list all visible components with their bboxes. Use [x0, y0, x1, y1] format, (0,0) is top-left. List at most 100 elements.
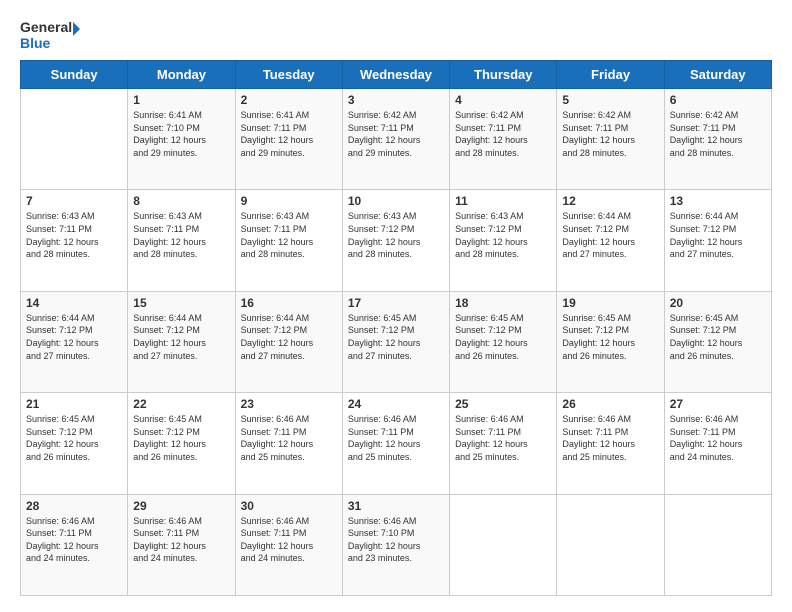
calendar-cell: 7 Sunrise: 6:43 AM Sunset: 7:11 PM Daylig… [21, 190, 128, 291]
day-info: Sunrise: 6:46 AM Sunset: 7:11 PM Dayligh… [241, 413, 337, 463]
day-number: 11 [455, 194, 551, 208]
day-info: Sunrise: 6:43 AM Sunset: 7:12 PM Dayligh… [455, 210, 551, 260]
calendar-cell: 17Sunrise: 6:45 AM Sunset: 7:12 PM Dayli… [342, 291, 449, 392]
svg-text:Blue: Blue [20, 35, 51, 51]
day-number: 18 [455, 296, 551, 310]
calendar-cell: 8 Sunrise: 6:43 AM Sunset: 7:11 PM Daylig… [128, 190, 235, 291]
logo: General Blue [20, 16, 80, 52]
day-number: 21 [26, 397, 122, 411]
calendar-cell: 16 Sunrise: 6:44 AM Sunset: 7:12 PM Dayli… [235, 291, 342, 392]
day-number: 29 [133, 499, 229, 513]
day-info: Sunrise: 6:44 AM Sunset: 7:12 PM Dayligh… [241, 312, 337, 362]
day-info: Sunrise: 6:42 AM Sunset: 7:11 PM Dayligh… [455, 109, 551, 159]
calendar-cell: 12 Sunrise: 6:44 AM Sunset: 7:12 PM Dayli… [557, 190, 664, 291]
svg-text:General: General [20, 19, 72, 35]
day-info: Sunrise: 6:43 AM Sunset: 7:11 PM Dayligh… [241, 210, 337, 260]
day-info: Sunrise: 6:43 AM Sunset: 7:11 PM Dayligh… [133, 210, 229, 260]
day-number: 1 [133, 93, 229, 107]
day-number: 8 [133, 194, 229, 208]
calendar-week-row: 7 Sunrise: 6:43 AM Sunset: 7:11 PM Daylig… [21, 190, 772, 291]
day-number: 26 [562, 397, 658, 411]
calendar-cell: 2 Sunrise: 6:41 AM Sunset: 7:11 PM Daylig… [235, 89, 342, 190]
day-number: 10 [348, 194, 444, 208]
day-number: 13 [670, 194, 766, 208]
calendar-cell: 4Sunrise: 6:42 AM Sunset: 7:11 PM Daylig… [450, 89, 557, 190]
day-number: 20 [670, 296, 766, 310]
calendar-cell: 31 Sunrise: 6:46 AM Sunset: 7:10 PM Dayli… [342, 494, 449, 595]
day-info: Sunrise: 6:41 AM Sunset: 7:10 PM Dayligh… [133, 109, 229, 159]
day-info: Sunrise: 6:46 AM Sunset: 7:11 PM Dayligh… [133, 515, 229, 565]
header: General Blue [20, 16, 772, 52]
day-info: Sunrise: 6:46 AM Sunset: 7:11 PM Dayligh… [455, 413, 551, 463]
calendar-cell: 18 Sunrise: 6:45 AM Sunset: 7:12 PM Dayli… [450, 291, 557, 392]
day-info: Sunrise: 6:43 AM Sunset: 7:11 PM Dayligh… [26, 210, 122, 260]
logo-svg: General Blue [20, 16, 80, 52]
day-number: 28 [26, 499, 122, 513]
day-number: 12 [562, 194, 658, 208]
day-number: 16 [241, 296, 337, 310]
day-number: 25 [455, 397, 551, 411]
day-info: Sunrise: 6:46 AM Sunset: 7:11 PM Dayligh… [670, 413, 766, 463]
day-info: Sunrise: 6:45 AM Sunset: 7:12 PM Dayligh… [562, 312, 658, 362]
calendar-cell: 14 Sunrise: 6:44 AM Sunset: 7:12 PM Dayli… [21, 291, 128, 392]
calendar-cell: 24 Sunrise: 6:46 AM Sunset: 7:11 PM Dayli… [342, 393, 449, 494]
day-number: 2 [241, 93, 337, 107]
day-info: Sunrise: 6:46 AM Sunset: 7:11 PM Dayligh… [348, 413, 444, 463]
day-number: 7 [26, 194, 122, 208]
day-info: Sunrise: 6:43 AM Sunset: 7:12 PM Dayligh… [348, 210, 444, 260]
calendar-cell: 21Sunrise: 6:45 AM Sunset: 7:12 PM Dayli… [21, 393, 128, 494]
calendar-cell: 29 Sunrise: 6:46 AM Sunset: 7:11 PM Dayli… [128, 494, 235, 595]
day-info: Sunrise: 6:46 AM Sunset: 7:10 PM Dayligh… [348, 515, 444, 565]
calendar-cell: 20 Sunrise: 6:45 AM Sunset: 7:12 PM Dayli… [664, 291, 771, 392]
day-info: Sunrise: 6:44 AM Sunset: 7:12 PM Dayligh… [670, 210, 766, 260]
day-info: Sunrise: 6:41 AM Sunset: 7:11 PM Dayligh… [241, 109, 337, 159]
day-number: 17 [348, 296, 444, 310]
calendar-header-row: SundayMondayTuesdayWednesdayThursdayFrid… [21, 61, 772, 89]
day-number: 23 [241, 397, 337, 411]
day-info: Sunrise: 6:44 AM Sunset: 7:12 PM Dayligh… [26, 312, 122, 362]
day-info: Sunrise: 6:45 AM Sunset: 7:12 PM Dayligh… [133, 413, 229, 463]
calendar-cell: 23 Sunrise: 6:46 AM Sunset: 7:11 PM Dayli… [235, 393, 342, 494]
calendar-day-header: Thursday [450, 61, 557, 89]
calendar-cell: 10 Sunrise: 6:43 AM Sunset: 7:12 PM Dayli… [342, 190, 449, 291]
page: General Blue SundayMondayTuesdayWednesda… [0, 0, 792, 612]
day-number: 14 [26, 296, 122, 310]
day-number: 9 [241, 194, 337, 208]
calendar-cell: 28 Sunrise: 6:46 AM Sunset: 7:11 PM Dayli… [21, 494, 128, 595]
calendar-cell [450, 494, 557, 595]
calendar-cell: 6Sunrise: 6:42 AM Sunset: 7:11 PM Daylig… [664, 89, 771, 190]
day-number: 24 [348, 397, 444, 411]
calendar-day-header: Friday [557, 61, 664, 89]
calendar-day-header: Saturday [664, 61, 771, 89]
day-number: 22 [133, 397, 229, 411]
calendar-day-header: Tuesday [235, 61, 342, 89]
calendar-week-row: 28 Sunrise: 6:46 AM Sunset: 7:11 PM Dayli… [21, 494, 772, 595]
day-info: Sunrise: 6:42 AM Sunset: 7:11 PM Dayligh… [348, 109, 444, 159]
day-number: 30 [241, 499, 337, 513]
day-number: 6 [670, 93, 766, 107]
calendar-week-row: 21 Sunrise: 6:45 AM Sunset: 7:12 PM Dayli… [21, 393, 772, 494]
day-info: Sunrise: 6:45 AM Sunset: 7:12 PM Dayligh… [455, 312, 551, 362]
day-info: Sunrise: 6:45 AM Sunset: 7:12 PM Dayligh… [670, 312, 766, 362]
calendar-cell: 22 Sunrise: 6:45 AM Sunset: 7:12 PM Dayli… [128, 393, 235, 494]
calendar-cell: 30 Sunrise: 6:46 AM Sunset: 7:11 PM Dayli… [235, 494, 342, 595]
day-number: 3 [348, 93, 444, 107]
day-info: Sunrise: 6:46 AM Sunset: 7:11 PM Dayligh… [562, 413, 658, 463]
day-info: Sunrise: 6:46 AM Sunset: 7:11 PM Dayligh… [26, 515, 122, 565]
calendar-cell: 13 Sunrise: 6:44 AM Sunset: 7:12 PM Dayli… [664, 190, 771, 291]
calendar-week-row: 1 Sunrise: 6:41 AM Sunset: 7:10 PM Daylig… [21, 89, 772, 190]
calendar-cell: 3 Sunrise: 6:42 AM Sunset: 7:11 PM Daylig… [342, 89, 449, 190]
calendar-day-header: Monday [128, 61, 235, 89]
calendar-cell: 9 Sunrise: 6:43 AM Sunset: 7:11 PM Daylig… [235, 190, 342, 291]
calendar-cell: 15Sunrise: 6:44 AM Sunset: 7:12 PM Dayli… [128, 291, 235, 392]
calendar-cell: 1 Sunrise: 6:41 AM Sunset: 7:10 PM Daylig… [128, 89, 235, 190]
calendar-day-header: Wednesday [342, 61, 449, 89]
calendar-cell [664, 494, 771, 595]
day-info: Sunrise: 6:44 AM Sunset: 7:12 PM Dayligh… [562, 210, 658, 260]
day-number: 31 [348, 499, 444, 513]
day-number: 15 [133, 296, 229, 310]
calendar-cell [21, 89, 128, 190]
day-info: Sunrise: 6:46 AM Sunset: 7:11 PM Dayligh… [241, 515, 337, 565]
calendar-cell [557, 494, 664, 595]
calendar-day-header: Sunday [21, 61, 128, 89]
